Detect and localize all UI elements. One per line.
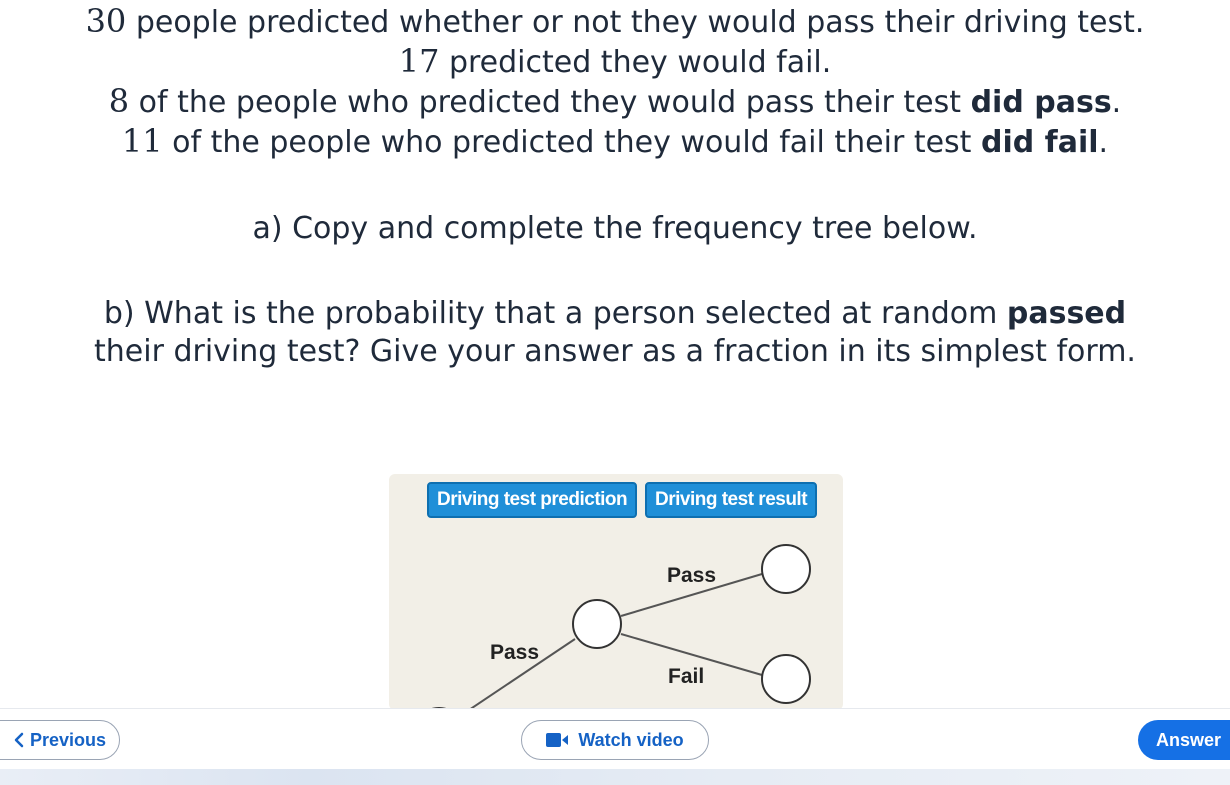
answer-label: Answer [1156,729,1222,750]
video-camera-icon [546,733,570,747]
node-predicted-pass[interactable] [572,599,622,649]
question-text: 30 people predicted whether or not they … [0,0,1230,371]
previous-label: Previous [29,729,107,750]
frequency-tree: Driving test prediction Driving test res… [389,474,843,710]
label-fail-result: Fail [668,665,704,688]
question-line-1: 30 people predicted whether or not they … [85,2,1145,40]
question-line-4: 11 of the people who predicted they woul… [121,122,1109,160]
tree-diagram: Pass Pass Fail [427,544,811,710]
chevron-left-icon [14,732,24,748]
label-pass-result: Pass [667,564,716,587]
node-pass-pass[interactable] [761,544,811,594]
node-pass-fail[interactable] [761,654,811,704]
answer-button[interactable]: Answer [1138,720,1230,760]
question-part-b-line-2: their driving test? Give your answer as … [94,334,1136,369]
question-part-b-line-1: b) What is the probability that a person… [103,296,1127,331]
question-line-3: 8 of the people who predicted they would… [108,82,1122,120]
question-line-2: 17 predicted they would fail. [398,42,832,80]
question-part-a: a) Copy and complete the frequency tree … [252,211,978,246]
previous-button[interactable]: Previous [0,720,120,760]
label-pass-prediction: Pass [490,641,539,664]
watch-video-button[interactable]: Watch video [521,720,709,760]
footer-strip [0,769,1230,785]
watch-video-label: Watch video [578,729,684,750]
